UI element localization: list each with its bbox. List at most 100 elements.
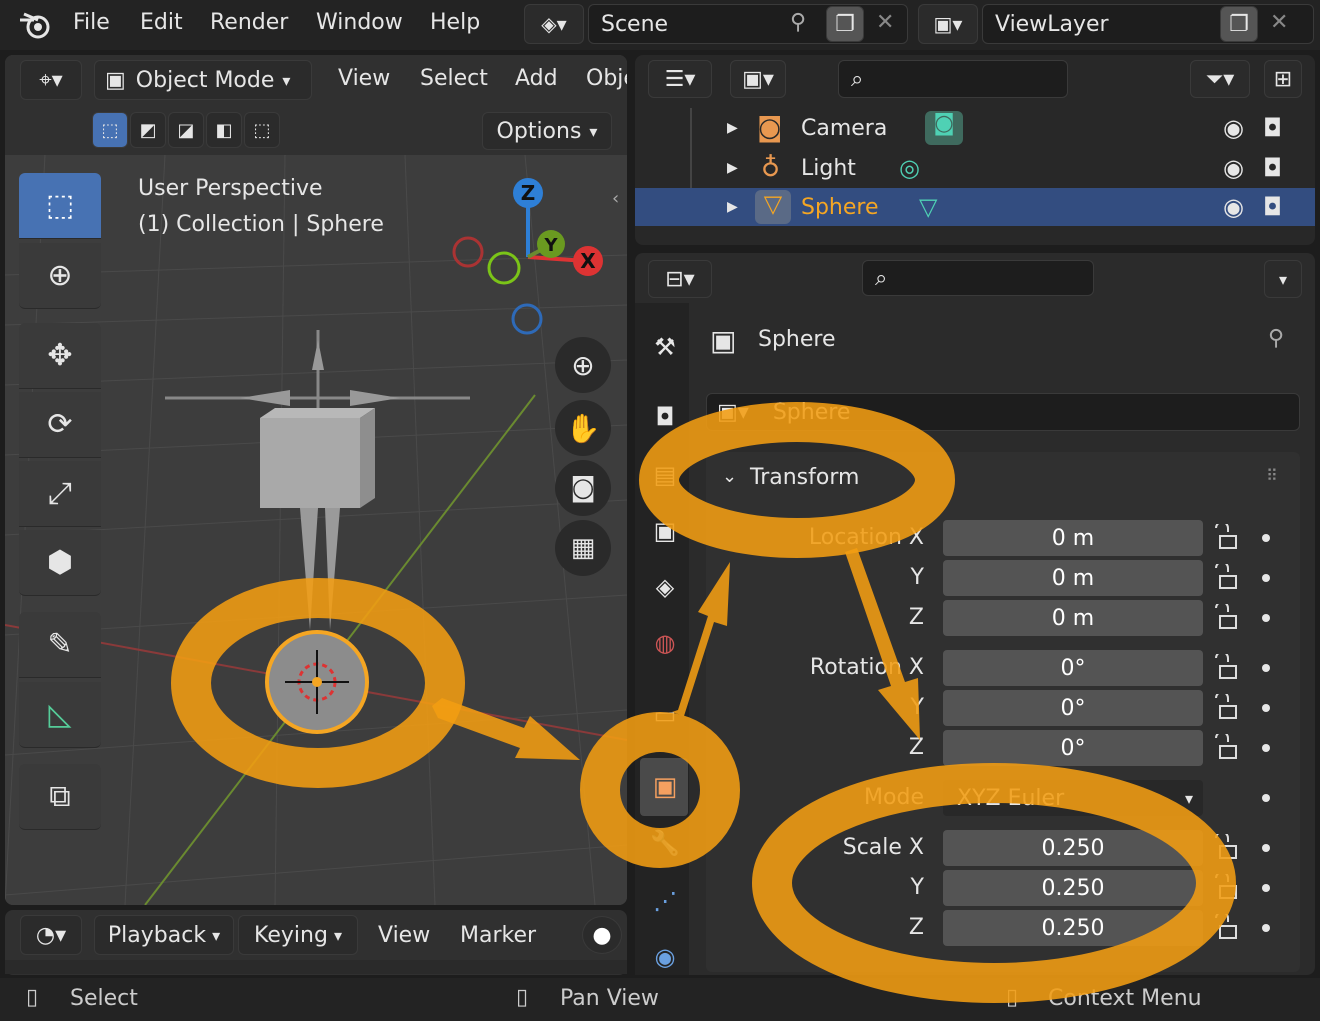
- vp-menu-object[interactable]: Obje: [586, 66, 627, 91]
- outliner-search-input[interactable]: ⌕: [838, 60, 1068, 98]
- display-mode-button[interactable]: ▣▾: [730, 60, 786, 98]
- options-dropdown[interactable]: Options ▾: [482, 112, 612, 150]
- rotation-z-field[interactable]: 0°: [943, 730, 1203, 766]
- tab-view-layer[interactable]: ▣: [648, 514, 682, 548]
- object-name-field[interactable]: ▣▾ Sphere: [706, 393, 1300, 431]
- outliner-editor-type-button[interactable]: ☰▾: [648, 60, 712, 98]
- tab-object[interactable]: ▣: [648, 770, 682, 804]
- properties-search-input[interactable]: ⌕: [862, 260, 1094, 296]
- visibility-eye-icon[interactable]: ◉: [1223, 193, 1244, 221]
- vp-menu-add[interactable]: Add: [515, 66, 558, 91]
- editor-type-button[interactable]: ⌖▾: [20, 60, 82, 100]
- select-invert-button[interactable]: ◧: [206, 112, 242, 148]
- zoom-button[interactable]: ⊕: [555, 337, 611, 393]
- keyframe-dot[interactable]: [1262, 574, 1270, 582]
- tool-measure[interactable]: ◺: [19, 682, 101, 748]
- rotation-x-field[interactable]: 0°: [943, 650, 1203, 686]
- tab-particles[interactable]: ⋰: [648, 884, 682, 918]
- tool-transform[interactable]: ⬢: [19, 530, 101, 596]
- keyframe-dot[interactable]: [1262, 664, 1270, 672]
- light-data-icon[interactable]: ◎: [899, 154, 920, 182]
- rotation-mode-dropdown[interactable]: XYZ Euler ▾: [943, 780, 1203, 816]
- keyframe-dot[interactable]: [1262, 534, 1270, 542]
- render-camera-icon[interactable]: ◘: [1263, 154, 1282, 182]
- keyframe-dot[interactable]: [1262, 884, 1270, 892]
- camera-view-button[interactable]: ◙: [555, 460, 611, 516]
- menu-render[interactable]: Render: [210, 10, 288, 35]
- lock-icon[interactable]: [1212, 524, 1240, 552]
- record-button[interactable]: ●: [582, 916, 622, 954]
- keyframe-dot[interactable]: [1262, 924, 1270, 932]
- visibility-eye-icon[interactable]: ◉: [1223, 154, 1244, 182]
- viewlayer-selector-button[interactable]: ▣▾: [918, 4, 978, 44]
- mode-dropdown[interactable]: ▣ Object Mode ▾: [94, 60, 312, 100]
- tab-scene[interactable]: ◈: [648, 570, 682, 604]
- lock-icon[interactable]: [1212, 914, 1240, 942]
- lock-icon[interactable]: [1212, 834, 1240, 862]
- new-collection-button[interactable]: ⊞: [1264, 60, 1302, 98]
- menu-window[interactable]: Window: [316, 10, 403, 35]
- lock-icon[interactable]: [1212, 874, 1240, 902]
- keyframe-dot[interactable]: [1262, 704, 1270, 712]
- properties-options-button[interactable]: ▾: [1264, 260, 1302, 298]
- scene-selector-button[interactable]: ◈▾: [524, 4, 584, 44]
- tool-move[interactable]: ✥: [19, 323, 101, 389]
- visibility-eye-icon[interactable]: ◉: [1223, 114, 1244, 142]
- tab-physics[interactable]: ◉: [648, 940, 682, 974]
- viewlayer-field[interactable]: ViewLayer: [982, 4, 1314, 44]
- pin-icon[interactable]: ⚲: [1268, 326, 1284, 351]
- tool-cursor[interactable]: ⊕: [19, 243, 101, 309]
- tab-world[interactable]: ◍: [648, 626, 682, 660]
- expand-arrow-icon[interactable]: ▶: [727, 160, 738, 176]
- tool-rotate[interactable]: ⟳: [19, 392, 101, 458]
- panel-collapse-chevron-icon[interactable]: ⌄: [722, 466, 737, 487]
- close-scene-icon[interactable]: ✕: [876, 10, 894, 35]
- lock-icon[interactable]: [1212, 694, 1240, 722]
- scene-objects[interactable]: [160, 330, 480, 750]
- outliner-row-sphere[interactable]: ▶ ▽ Sphere ▽ ◉ ◘: [635, 188, 1315, 226]
- properties-editor-type-button[interactable]: ⊟▾: [648, 260, 712, 298]
- drag-handle-icon[interactable]: ⠿: [1266, 466, 1278, 485]
- rotation-y-field[interactable]: 0°: [943, 690, 1203, 726]
- navigation-gizmo[interactable]: Z X Y: [450, 175, 610, 335]
- new-scene-button[interactable]: ❐: [826, 6, 864, 42]
- tab-render[interactable]: ◘: [648, 400, 682, 434]
- location-y-field[interactable]: 0 m: [943, 560, 1203, 596]
- tab-collection[interactable]: ▭: [648, 698, 682, 732]
- new-viewlayer-button[interactable]: ❐: [1220, 6, 1258, 42]
- menu-file[interactable]: File: [73, 10, 110, 35]
- mesh-data-icon[interactable]: ▽: [919, 193, 937, 221]
- outliner-row-light[interactable]: ▶ ♁ Light ◎ ◉ ◘: [635, 148, 1315, 188]
- select-subtract-button[interactable]: ◪: [168, 112, 204, 148]
- keyframe-dot[interactable]: [1262, 794, 1270, 802]
- scale-z-field[interactable]: 0.250: [943, 910, 1203, 946]
- menu-edit[interactable]: Edit: [140, 10, 183, 35]
- location-x-field[interactable]: 0 m: [943, 520, 1203, 556]
- scale-y-field[interactable]: 0.250: [943, 870, 1203, 906]
- pin-icon[interactable]: ⚲: [790, 10, 806, 35]
- scale-x-field[interactable]: 0.250: [943, 830, 1203, 866]
- tool-select-box[interactable]: ⬚: [19, 173, 101, 239]
- tool-annotate[interactable]: ✎: [19, 612, 101, 678]
- tool-add-cube[interactable]: ⧉: [19, 764, 101, 830]
- expand-arrow-icon[interactable]: ▶: [727, 199, 738, 215]
- transform-panel-title[interactable]: Transform: [750, 465, 859, 490]
- lock-icon[interactable]: [1212, 734, 1240, 762]
- tab-modifiers[interactable]: 🔧: [648, 826, 682, 860]
- timeline-menu-marker[interactable]: Marker: [460, 923, 536, 948]
- lock-icon[interactable]: [1212, 654, 1240, 682]
- pan-button[interactable]: ✋: [555, 400, 611, 456]
- blender-logo-icon[interactable]: [18, 10, 52, 40]
- tab-output[interactable]: ▤: [648, 458, 682, 492]
- location-z-field[interactable]: 0 m: [943, 600, 1203, 636]
- tool-scale[interactable]: ⤢: [19, 461, 101, 527]
- lock-icon[interactable]: [1212, 564, 1240, 592]
- render-camera-icon[interactable]: ◘: [1263, 193, 1282, 221]
- camera-data-icon[interactable]: ◙: [925, 111, 963, 145]
- select-new-button[interactable]: ⬚: [92, 112, 128, 148]
- keyframe-dot[interactable]: [1262, 844, 1270, 852]
- vp-menu-view[interactable]: View: [338, 66, 390, 91]
- perspective-toggle-button[interactable]: ▦: [555, 520, 611, 576]
- playback-dropdown[interactable]: Playback ▾: [94, 915, 234, 955]
- tab-tool[interactable]: ⚒: [648, 330, 682, 364]
